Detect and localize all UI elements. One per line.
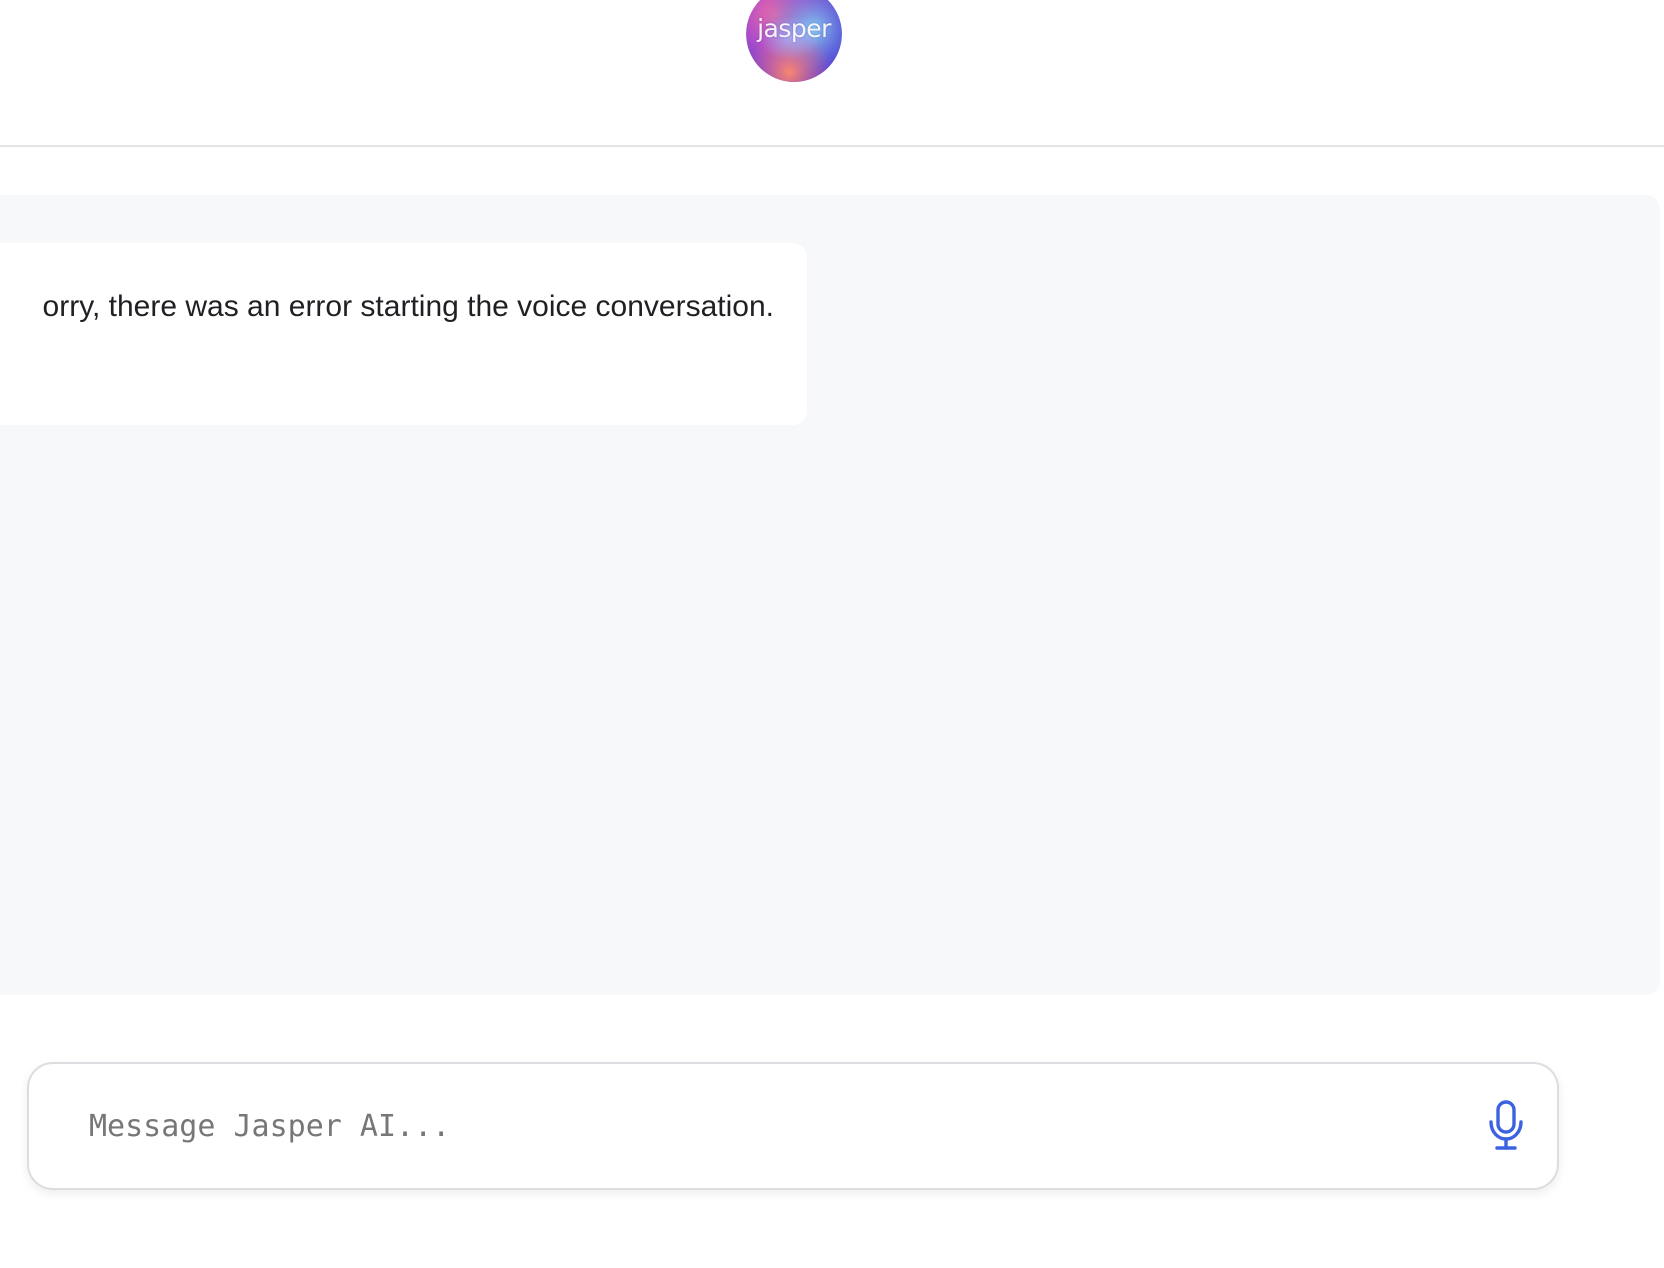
message-input[interactable] xyxy=(89,1098,1389,1154)
jasper-logo[interactable]: jasper xyxy=(746,0,842,82)
microphone-icon xyxy=(1489,1100,1523,1150)
chat-messages-area[interactable]: orry, there was an error starting the vo… xyxy=(0,195,1660,995)
assistant-message-bubble: orry, there was an error starting the vo… xyxy=(0,243,807,425)
voice-input-button[interactable] xyxy=(1476,1096,1536,1156)
logo-wordmark: jasper xyxy=(757,14,831,43)
message-composer xyxy=(27,1062,1559,1190)
message-text: orry, there was an error starting the vo… xyxy=(42,290,774,323)
app-header: jasper xyxy=(0,0,1664,147)
